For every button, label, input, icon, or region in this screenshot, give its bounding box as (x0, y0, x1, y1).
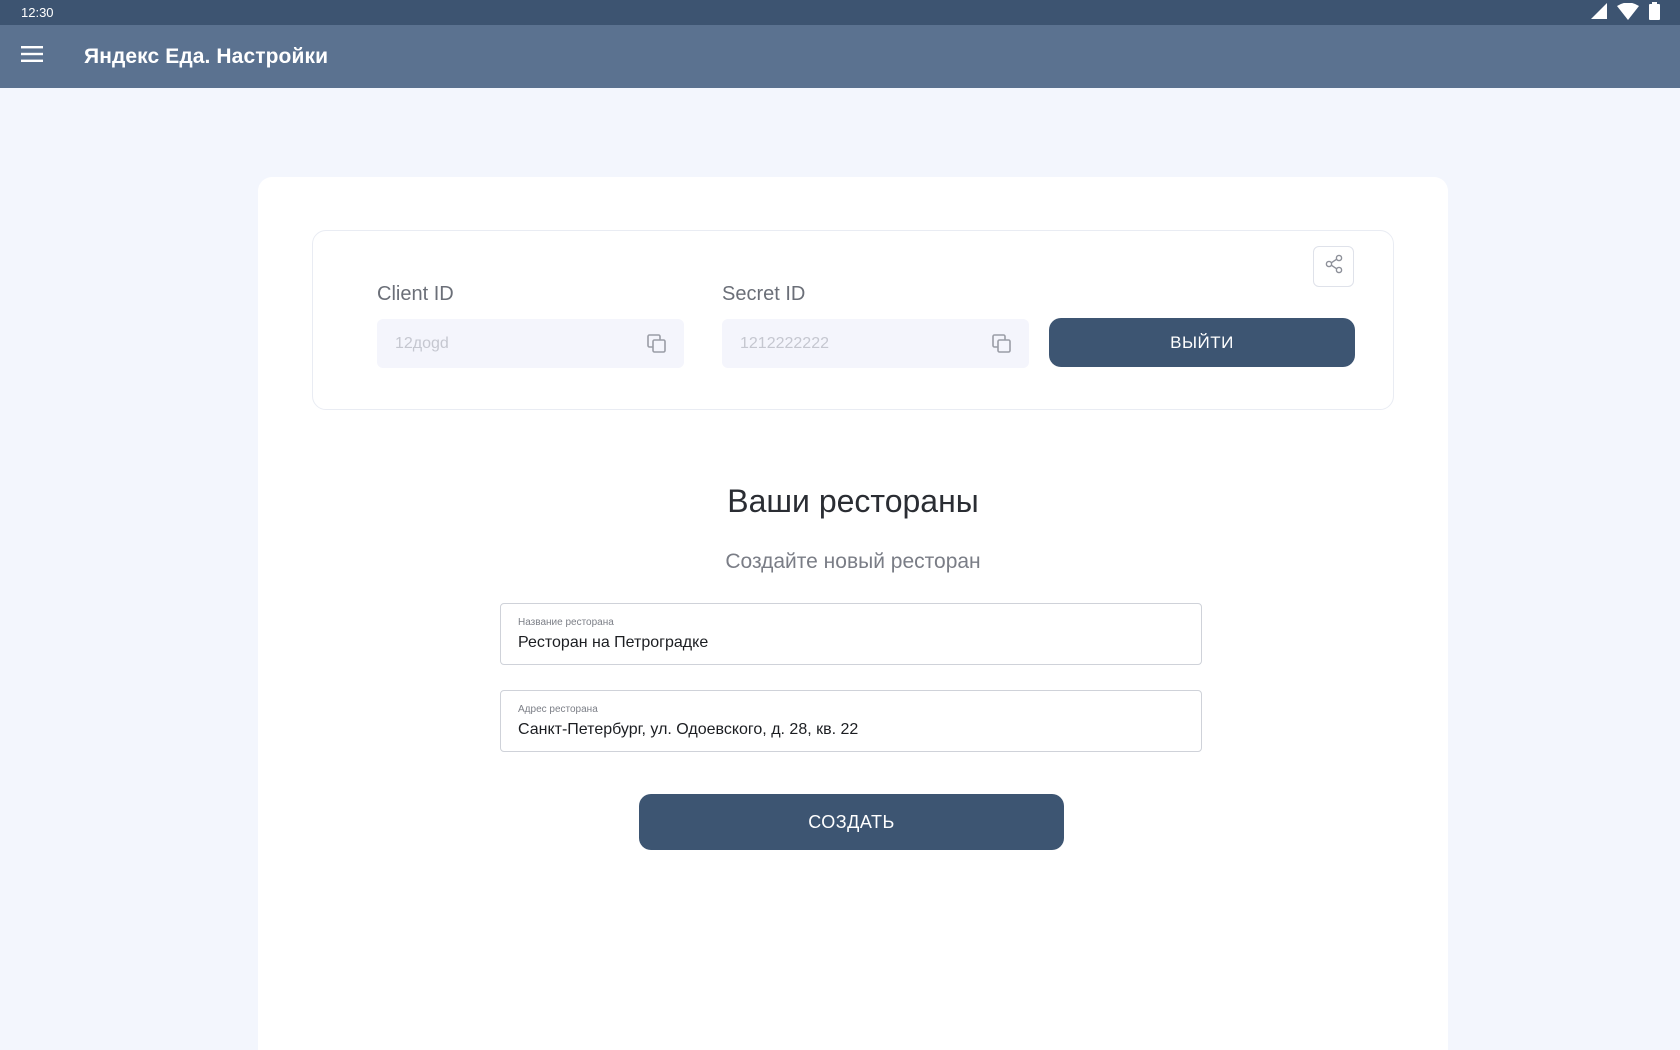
status-icons (1591, 2, 1660, 23)
status-bar: 12:30 (0, 0, 1680, 25)
restaurant-address-value: Санкт-Петербург, ул. Одоевского, д. 28, … (518, 721, 859, 738)
share-icon (1324, 254, 1344, 279)
restaurants-subtitle: Создайте новый ресторан (725, 550, 981, 573)
restaurant-name-value: Ресторан на Петроградке (518, 634, 709, 651)
secret-id-value: 1212222222 (740, 334, 829, 352)
app-title: Яндекс Еда. Настройки (84, 44, 329, 68)
restaurant-address-field[interactable]: Адрес ресторана Санкт-Петербург, ул. Одо… (500, 690, 1202, 752)
settings-panel: Client ID 12дogd Secret ID 1212222222 ВЫ… (258, 177, 1448, 1050)
battery-icon (1649, 2, 1660, 23)
client-id-field[interactable]: 12дogd (377, 319, 684, 368)
client-id-value: 12дogd (395, 334, 449, 352)
create-button[interactable]: СОЗДАТЬ (639, 794, 1064, 850)
client-id-label: Client ID (377, 283, 454, 305)
restaurant-name-field[interactable]: Название ресторана Ресторан на Петроград… (500, 603, 1202, 665)
status-time: 12:30 (21, 5, 54, 20)
copy-icon[interactable] (991, 333, 1013, 355)
share-button[interactable] (1313, 246, 1354, 287)
restaurant-address-label: Адрес ресторана (518, 704, 598, 715)
copy-icon[interactable] (646, 333, 668, 355)
logout-button[interactable]: ВЫЙТИ (1049, 318, 1355, 367)
credentials-card: Client ID 12дogd Secret ID 1212222222 ВЫ… (312, 230, 1394, 410)
secret-id-field[interactable]: 1212222222 (722, 319, 1029, 368)
restaurants-title: Ваши рестораны (727, 483, 979, 519)
secret-id-label: Secret ID (722, 283, 806, 305)
signal-icon (1591, 3, 1607, 22)
app-bar: Яндекс Еда. Настройки (0, 25, 1680, 88)
wifi-icon (1617, 2, 1639, 23)
menu-button[interactable] (0, 25, 64, 88)
menu-icon (21, 46, 43, 67)
restaurant-name-label: Название ресторана (518, 617, 614, 628)
